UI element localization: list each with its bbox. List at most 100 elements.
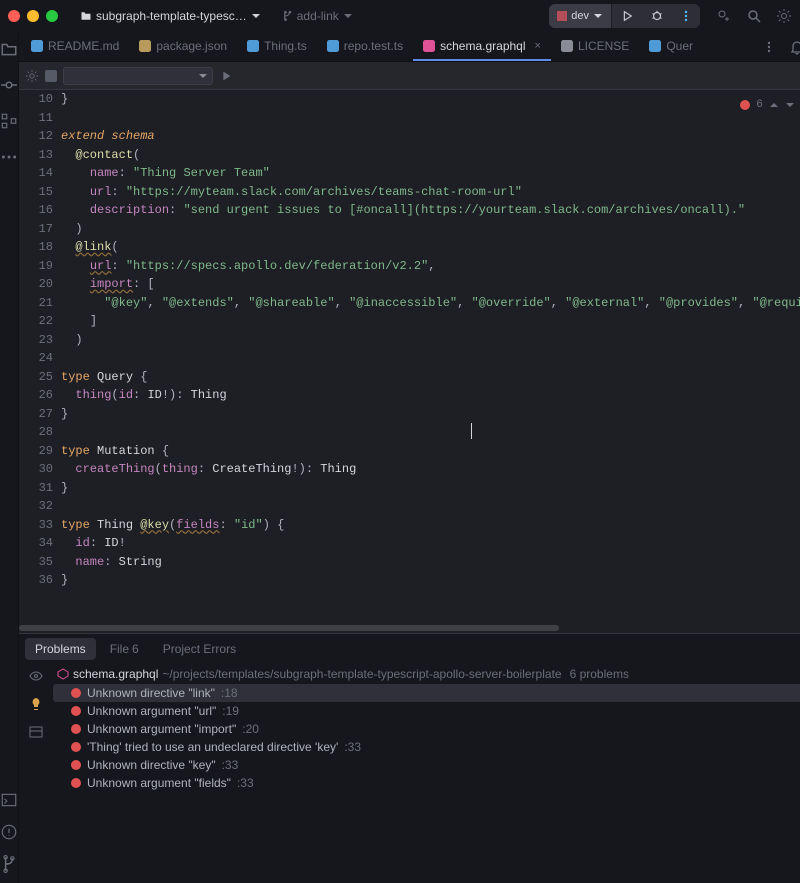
panel-rail (19, 664, 53, 883)
code-line[interactable] (61, 423, 800, 442)
debug-button[interactable] (642, 4, 672, 28)
problem-message: Unknown directive "link" (87, 686, 215, 700)
code-line[interactable]: } (61, 479, 800, 498)
code-line[interactable]: id: ID! (61, 534, 800, 553)
structure-icon[interactable] (0, 112, 18, 130)
commit-icon[interactable] (0, 76, 18, 94)
collaborate-icon[interactable] (716, 8, 732, 24)
code-line[interactable]: ] (61, 312, 800, 331)
chevron-up-icon[interactable] (769, 100, 779, 110)
tab-project-errors[interactable]: Project Errors (153, 638, 246, 660)
close-window-icon[interactable] (8, 10, 20, 22)
tab-label: File (110, 642, 129, 656)
inspection-summary[interactable]: 6 (740, 96, 795, 115)
code-line[interactable]: } (61, 405, 800, 424)
editor-tab[interactable]: schema.graphql× (413, 32, 551, 61)
play-icon[interactable] (219, 69, 233, 83)
code-line[interactable]: thing(id: ID!): Thing (61, 386, 800, 405)
problem-item[interactable]: Unknown argument "url" :19 (53, 702, 800, 720)
editor-tab[interactable]: repo.test.ts (317, 32, 413, 61)
editor-tab[interactable]: package.json (129, 32, 237, 61)
line-number: 19 (19, 257, 53, 276)
lightbulb-icon[interactable] (28, 696, 44, 712)
line-number: 28 (19, 423, 53, 442)
chevron-down-icon[interactable] (785, 100, 795, 110)
more-vertical-icon (680, 10, 692, 22)
file-icon (247, 40, 259, 52)
tab-file[interactable]: File6 (100, 638, 149, 660)
search-icon[interactable] (746, 8, 762, 24)
more-horizontal-icon[interactable] (0, 148, 18, 166)
code-line[interactable]: name: String (61, 553, 800, 572)
run-button[interactable] (612, 4, 642, 28)
tab-overflow-button[interactable] (753, 32, 785, 61)
file-name: schema.graphql (73, 667, 158, 681)
minimize-window-icon[interactable] (27, 10, 39, 22)
problem-item[interactable]: 'Thing' tried to use an undeclared direc… (53, 738, 800, 756)
editor-tab[interactable]: Thing.ts (237, 32, 317, 61)
code-line[interactable] (61, 349, 800, 368)
problem-line: :33 (237, 776, 254, 790)
scrollbar-horizontal[interactable] (19, 625, 800, 633)
editor-tab[interactable]: LICENSE (551, 32, 639, 61)
stop-icon[interactable] (45, 70, 57, 82)
terminal-icon[interactable] (0, 791, 18, 809)
editor-tab[interactable]: README.md (21, 32, 129, 61)
maximize-window-icon[interactable] (46, 10, 58, 22)
code-line[interactable]: type Thing @key(fields: "id") { (61, 516, 800, 535)
activity-bar (0, 32, 19, 883)
code-line[interactable]: description: "send urgent issues to [#on… (61, 201, 800, 220)
run-config-button[interactable]: dev (549, 4, 612, 28)
file-path: ~/projects/templates/subgraph-template-t… (162, 667, 561, 681)
problem-item[interactable]: Unknown argument "fields" :33 (53, 774, 800, 792)
eye-icon[interactable] (28, 668, 44, 684)
close-icon[interactable]: × (535, 40, 541, 52)
problem-item[interactable]: Unknown directive "key" :33 (53, 756, 800, 774)
code-line[interactable]: url: "https://specs.apollo.dev/federatio… (61, 257, 800, 276)
code-line[interactable]: } (61, 571, 800, 590)
branch-selector[interactable]: add-link (275, 7, 359, 25)
code-line[interactable]: ) (61, 220, 800, 239)
code-line[interactable]: } (61, 90, 800, 109)
code-line[interactable]: @link( (61, 238, 800, 257)
problem-message: Unknown argument "url" (87, 704, 216, 718)
problem-line: :33 (222, 758, 239, 772)
problem-message: Unknown argument "fields" (87, 776, 231, 790)
project-name: subgraph-template-typesc… (96, 9, 247, 23)
code-line[interactable]: name: "Thing Server Team" (61, 164, 800, 183)
editor-tab[interactable]: Quer (639, 32, 703, 61)
line-number: 26 (19, 386, 53, 405)
code-line[interactable]: "@key", "@extends", "@shareable", "@inac… (61, 294, 800, 313)
code-line[interactable] (61, 109, 800, 128)
folder-icon[interactable] (0, 40, 18, 58)
tab-problems[interactable]: Problems (25, 638, 96, 660)
code-line[interactable]: createThing(thing: CreateThing!): Thing (61, 460, 800, 479)
file-icon (327, 40, 339, 52)
project-selector[interactable]: subgraph-template-typesc… (74, 7, 267, 25)
code-area[interactable]: } extend schema @contact( name: "Thing S… (61, 90, 800, 625)
code-line[interactable]: @contact( (61, 146, 800, 165)
line-number: 23 (19, 331, 53, 350)
gear-icon[interactable] (776, 8, 792, 24)
notifications-icon[interactable] (789, 39, 800, 55)
vcs-icon[interactable] (0, 855, 18, 873)
problem-item[interactable]: Unknown directive "link" :18 (53, 684, 800, 702)
problem-item[interactable]: Unknown argument "import" :20 (53, 720, 800, 738)
config-select[interactable] (63, 67, 213, 85)
problem-file-header[interactable]: schema.graphql ~/projects/templates/subg… (53, 664, 800, 684)
code-line[interactable]: type Query { (61, 368, 800, 387)
tab-label: Quer (666, 39, 693, 53)
code-editor[interactable]: 1011121314151617181920212223242526272829… (19, 90, 800, 625)
code-line[interactable]: import: [ (61, 275, 800, 294)
more-run-button[interactable] (672, 4, 700, 28)
layout-icon[interactable] (28, 724, 44, 740)
problems-icon[interactable] (0, 823, 18, 841)
code-line[interactable]: url: "https://myteam.slack.com/archives/… (61, 183, 800, 202)
code-line[interactable] (61, 497, 800, 516)
code-line[interactable]: extend schema (61, 127, 800, 146)
gear-icon[interactable] (25, 69, 39, 83)
code-line[interactable]: type Mutation { (61, 442, 800, 461)
code-line[interactable]: ) (61, 331, 800, 350)
chevron-down-icon (593, 11, 603, 21)
run-config-label: dev (571, 10, 589, 22)
